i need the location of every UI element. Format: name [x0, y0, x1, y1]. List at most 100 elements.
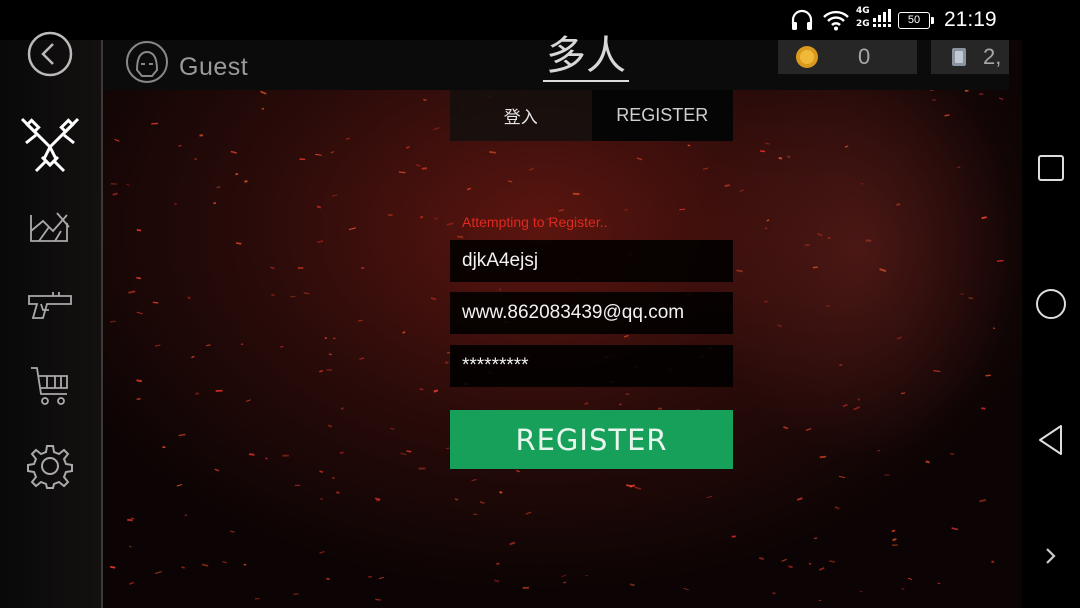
ember-spark — [808, 562, 812, 565]
ember-spark — [949, 452, 955, 456]
ember-spark — [466, 187, 472, 191]
network-type-top: 4G — [856, 6, 870, 16]
ember-spark — [783, 426, 789, 430]
ember-spark — [419, 388, 424, 391]
tab-login[interactable]: 登入 — [450, 90, 592, 141]
player-profile[interactable]: Guest — [125, 40, 248, 90]
ember-spark — [423, 98, 427, 102]
ember-spark — [900, 392, 906, 395]
ember-spark — [214, 468, 220, 472]
ember-spark — [629, 583, 635, 587]
ember-spark — [777, 324, 783, 328]
ember-spark — [944, 114, 950, 117]
multiplayer-menu-button[interactable] — [14, 112, 86, 176]
map-button[interactable] — [14, 195, 86, 259]
back-button[interactable] — [14, 22, 86, 86]
system-nav-bar — [1022, 40, 1080, 608]
signal-icon: 4G 2G — [854, 0, 894, 40]
ember-spark — [433, 126, 440, 131]
ember-spark — [739, 189, 745, 192]
ember-spark — [421, 167, 428, 170]
ember-spark — [389, 427, 395, 430]
game-side-menu — [0, 31, 103, 608]
ember-spark — [624, 208, 628, 211]
ember-spark — [456, 235, 464, 239]
coins-counter[interactable]: 0 — [778, 40, 917, 74]
ember-spark — [679, 208, 686, 211]
email-field[interactable] — [450, 292, 733, 334]
ember-spark — [827, 236, 831, 240]
ember-spark — [702, 167, 709, 171]
shop-button[interactable] — [14, 354, 86, 418]
ember-spark — [992, 327, 996, 330]
ember-spark — [892, 538, 897, 542]
ember-spark — [154, 571, 162, 575]
shopping-cart-icon — [31, 367, 68, 405]
ember-spark — [333, 337, 336, 340]
ember-spark — [584, 402, 589, 406]
tab-register[interactable]: REGISTER — [591, 90, 733, 141]
ember-spark — [657, 407, 663, 410]
expand-nav-button[interactable] — [1022, 526, 1080, 586]
ember-spark — [765, 142, 770, 145]
ember-spark — [319, 550, 325, 554]
ember-spark — [236, 242, 242, 245]
ember-spark — [230, 150, 237, 154]
system-back-button[interactable] — [1022, 410, 1080, 470]
auth-tabs: 登入 REGISTER — [450, 90, 733, 141]
ember-spark — [819, 455, 827, 459]
ember-spark — [979, 498, 987, 503]
ember-spark — [634, 486, 642, 491]
ember-spark — [245, 399, 251, 403]
settings-button[interactable] — [14, 434, 86, 498]
ember-spark — [270, 266, 275, 270]
ember-spark — [766, 219, 770, 222]
ember-spark — [981, 407, 986, 410]
avatar — [126, 41, 168, 83]
ember-spark — [152, 301, 159, 304]
weapons-button[interactable] — [14, 274, 86, 338]
ember-spark — [127, 518, 133, 522]
system-status-bar: 4G 2G 50 21:19 — [0, 0, 1080, 40]
ember-spark — [996, 259, 1004, 262]
ember-spark — [781, 558, 787, 562]
pistol-icon — [28, 292, 72, 319]
ember-spark — [126, 183, 130, 186]
ember-spark — [816, 232, 823, 237]
ember-spark — [507, 180, 513, 183]
ember-spark — [261, 107, 265, 111]
ember-spark — [178, 144, 182, 147]
ember-spark — [359, 357, 365, 360]
ember-spark — [494, 579, 500, 583]
game-screen: 4G 2G 50 21:19 Guest 多人 0 2, 登入 REGISTER… — [0, 0, 1080, 608]
recents-icon — [1038, 155, 1064, 181]
ember-spark — [406, 450, 412, 453]
ember-spark — [860, 182, 864, 185]
ember-spark — [330, 150, 335, 154]
ember-spark — [176, 484, 183, 487]
username-field[interactable] — [450, 240, 733, 282]
ember-spark — [558, 209, 565, 212]
ember-spark — [724, 184, 730, 188]
register-button[interactable]: REGISTER — [450, 410, 733, 469]
ember-spark — [859, 590, 863, 593]
ember-spark — [136, 276, 142, 280]
ember-spark — [525, 511, 532, 515]
ember-spark — [433, 389, 439, 393]
ember-spark — [736, 269, 743, 273]
ember-spark — [516, 469, 520, 473]
ember-spark — [110, 565, 116, 569]
home-button[interactable] — [1022, 274, 1080, 334]
ember-spark — [964, 89, 969, 92]
coins-value: 0 — [858, 44, 871, 69]
recents-button[interactable] — [1022, 138, 1080, 198]
password-field[interactable] — [450, 345, 733, 387]
ember-spark — [561, 574, 567, 578]
battery-icon: 50 — [898, 0, 934, 40]
cards-value: 2, — [983, 44, 1002, 69]
ember-spark — [398, 171, 406, 174]
ember-spark — [340, 407, 344, 410]
cards-counter[interactable]: 2, — [931, 40, 1009, 74]
ember-spark — [706, 495, 713, 499]
ember-spark — [489, 151, 496, 154]
